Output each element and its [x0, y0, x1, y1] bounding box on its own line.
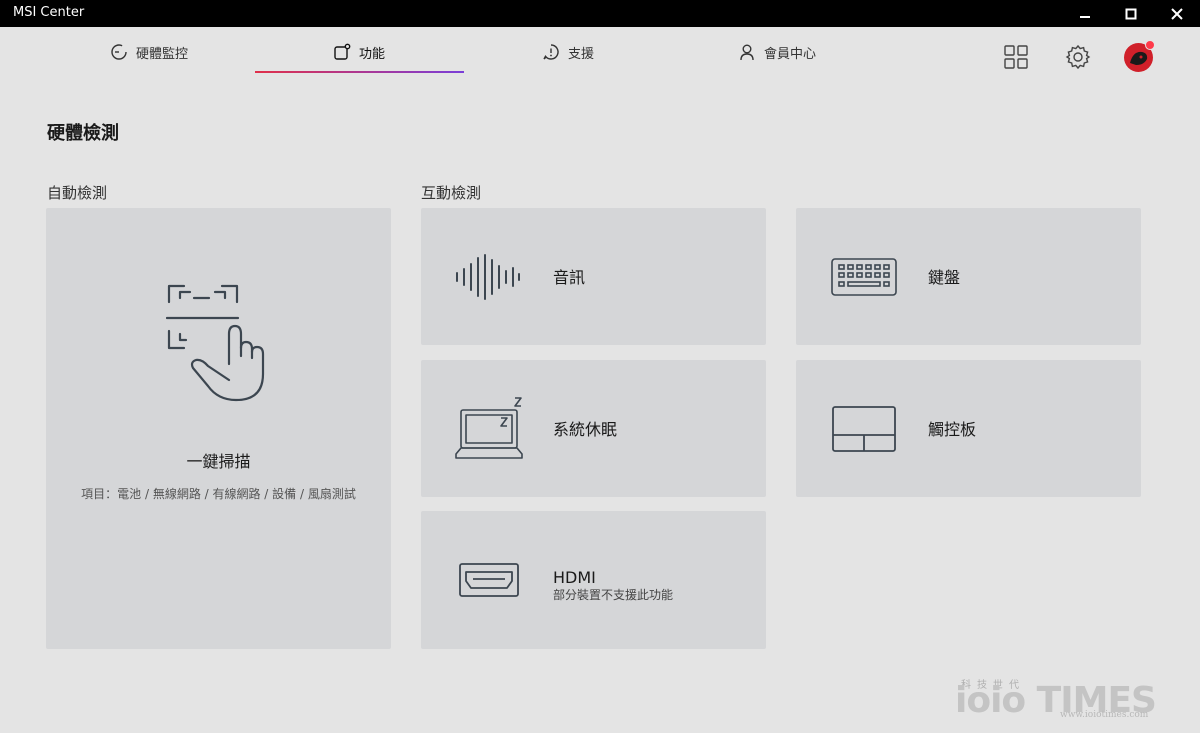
watermark-url: www.ioiotimes.com [1060, 710, 1149, 720]
hdmi-label: HDMI [553, 568, 596, 587]
one-click-scan-label: 一鍵掃描 [186, 452, 251, 471]
close-button[interactable] [1154, 0, 1200, 27]
notification-dot [1145, 40, 1155, 50]
user-icon [740, 44, 754, 61]
grid-icon[interactable] [1003, 44, 1029, 70]
window-title: MSI Center [13, 5, 85, 20]
tab-features[interactable]: 功能 [333, 40, 385, 64]
tab-label: 功能 [359, 46, 386, 62]
maximize-icon [1125, 8, 1137, 19]
keyboard-label: 鍵盤 [928, 268, 961, 287]
minimize-button[interactable] [1062, 0, 1108, 27]
features-icon [334, 43, 351, 60]
section-auto-label: 自動檢測 [47, 184, 108, 202]
keyboard-test-card[interactable]: 鍵盤 [796, 208, 1141, 345]
maximize-button[interactable] [1108, 0, 1154, 27]
hdmi-port-icon [459, 563, 519, 597]
scan-items-text: 項目：電池 / 無線網路 / 有線網路 / 設備 / 風扇測試 [81, 487, 356, 501]
scan-touch-icon [166, 284, 265, 402]
laptop-sleep-icon [455, 397, 523, 459]
tab-label: 會員中心 [764, 46, 817, 62]
hdmi-note: 部分裝置不支援此功能 [553, 588, 674, 602]
support-icon [543, 44, 559, 60]
tab-label: 支援 [568, 46, 595, 62]
touchpad-label: 觸控板 [928, 420, 977, 439]
tab-member-center[interactable]: 會員中心 [738, 40, 816, 64]
close-icon [1171, 7, 1183, 20]
keyboard-icon [831, 258, 897, 296]
audio-label: 音訊 [553, 268, 586, 287]
active-tab-indicator [255, 71, 464, 73]
touchpad-icon [832, 406, 896, 452]
avatar[interactable] [1124, 40, 1155, 72]
minimize-icon [1080, 15, 1090, 18]
watermark: 科技世代 ioio TIMES www.ioiotimes.com [955, 676, 1185, 724]
sound-wave-icon [456, 254, 520, 300]
gauge-icon [111, 44, 127, 60]
title-bar: MSI Center [0, 0, 1200, 27]
page-title: 硬體檢測 [47, 123, 119, 144]
system-sleep-card[interactable]: 系統休眠 [421, 360, 766, 497]
tab-hardware-monitor[interactable]: 硬體監控 [110, 40, 188, 64]
audio-test-card[interactable]: 音訊 [421, 208, 766, 345]
section-interactive-label: 互動檢測 [421, 184, 482, 202]
tab-support[interactable]: 支援 [542, 40, 594, 64]
touchpad-test-card[interactable]: 觸控板 [796, 360, 1141, 497]
tab-label: 硬體監控 [136, 46, 189, 62]
system-sleep-label: 系統休眠 [553, 420, 618, 439]
one-click-scan-card[interactable]: 一鍵掃描 項目：電池 / 無線網路 / 有線網路 / 設備 / 風扇測試 [46, 208, 391, 649]
gear-icon[interactable] [1065, 44, 1091, 70]
hdmi-test-card[interactable]: HDMI 部分裝置不支援此功能 [421, 511, 766, 649]
